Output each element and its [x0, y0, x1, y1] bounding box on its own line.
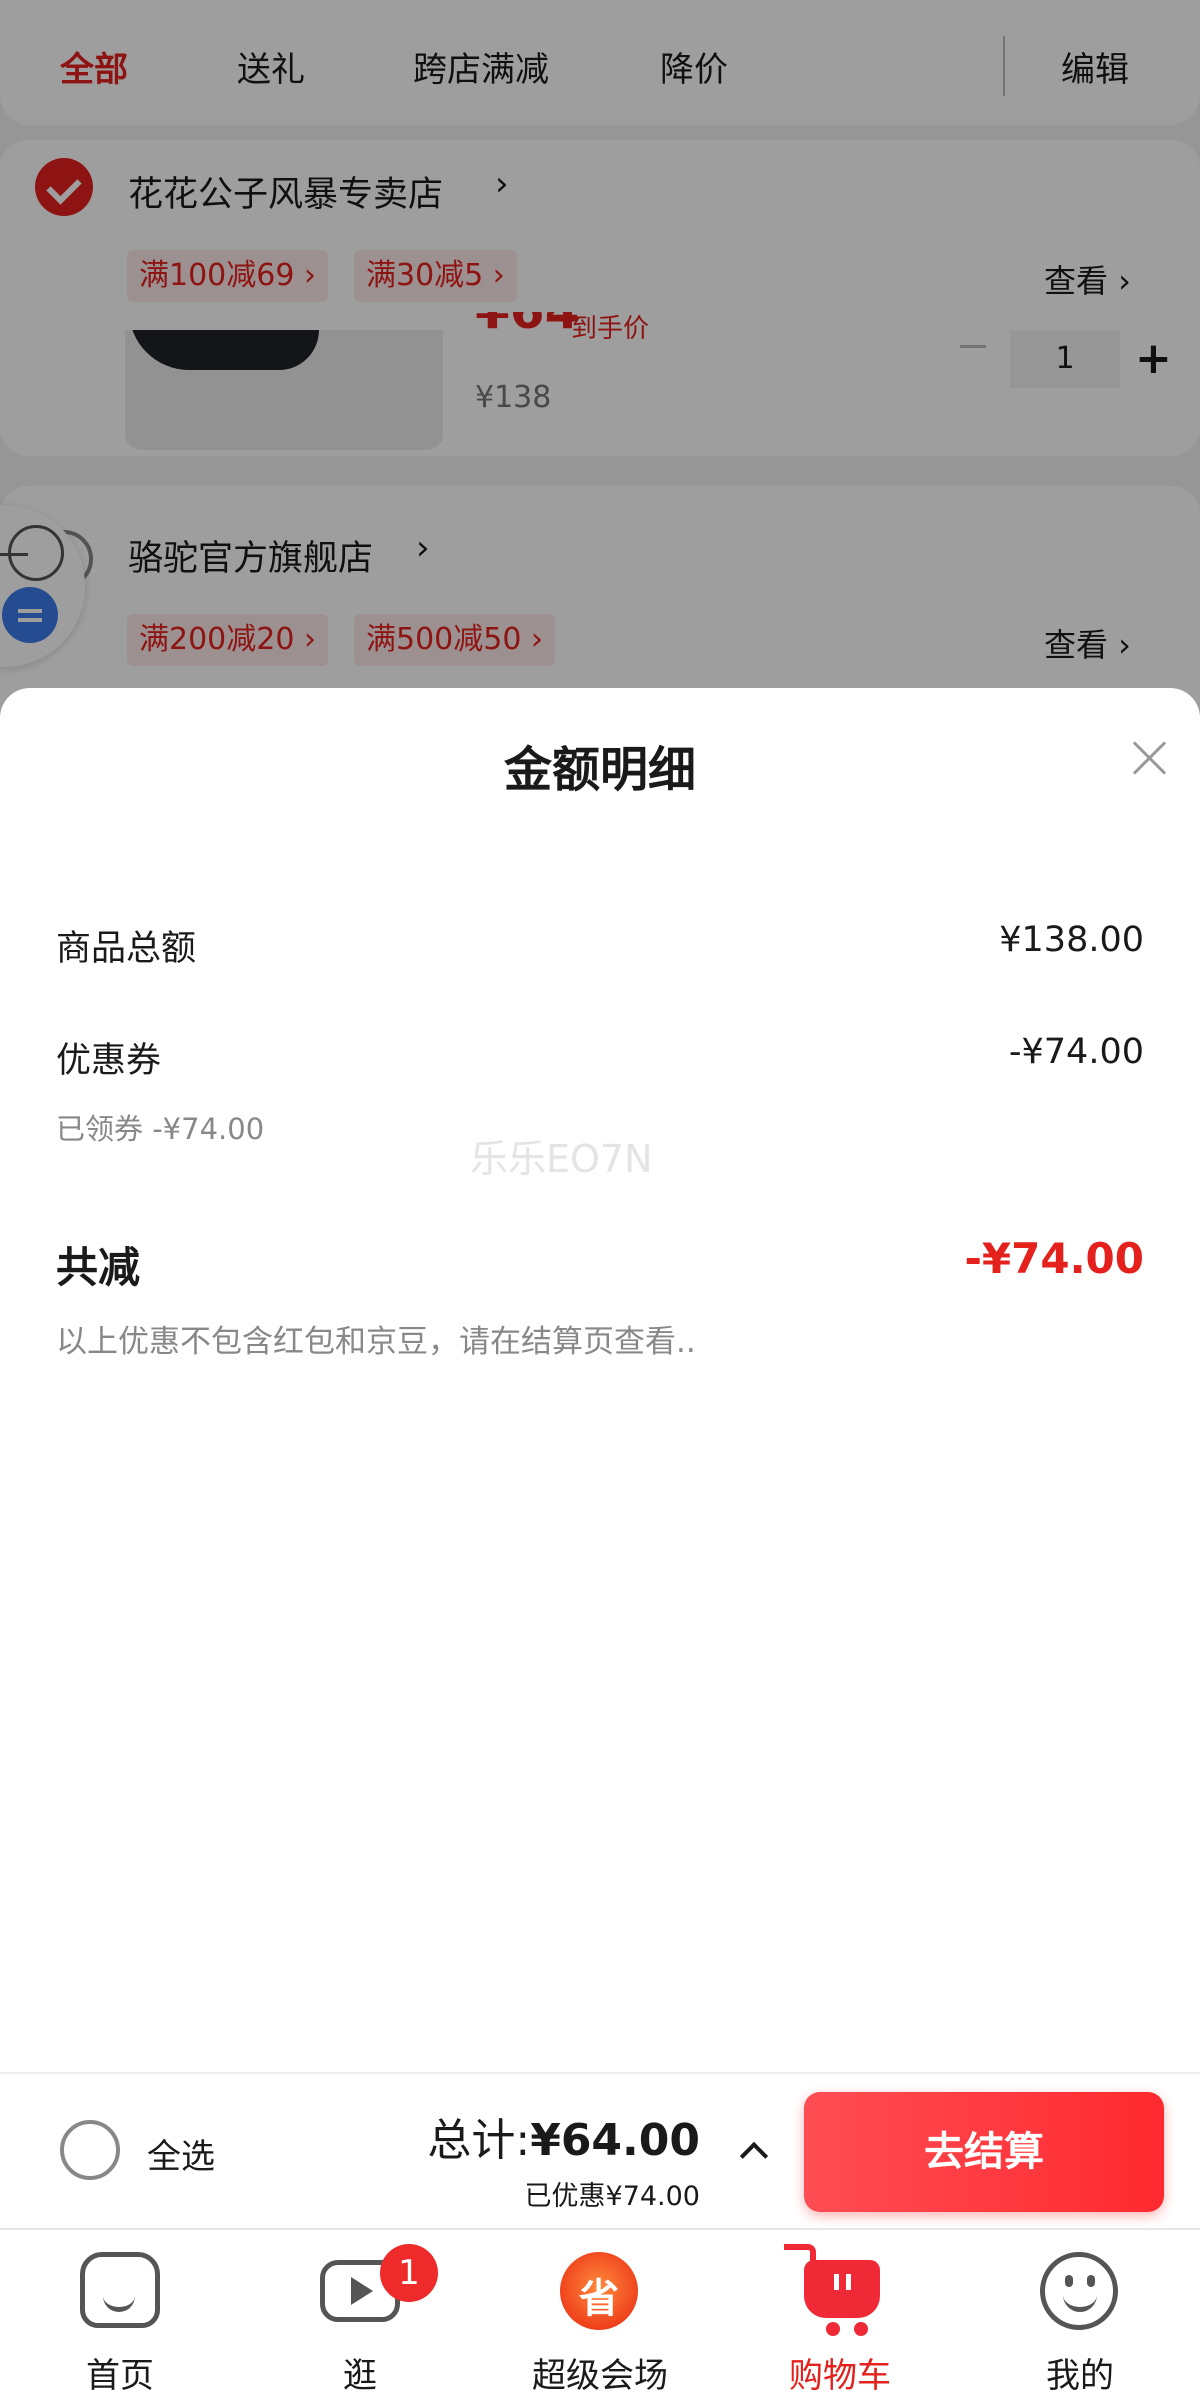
sheet-title: 金额明细	[503, 742, 696, 798]
close-icon[interactable]	[1130, 738, 1170, 778]
select-all-checkbox[interactable]	[60, 2120, 120, 2180]
nav-item-profile[interactable]: 我的	[960, 2230, 1200, 2396]
chevron-up-icon[interactable]	[738, 2138, 766, 2166]
coupon-value: -¥74.00	[1008, 1032, 1144, 1072]
discount-note: 以上优惠不包含红包和京豆，请在结算页查看..	[56, 1324, 696, 1360]
profile-icon	[1040, 2252, 1118, 2330]
bottom-nav: 首页 1 逛 超级会场 购物车 我的	[0, 2228, 1200, 2396]
subtotal-value: ¥138.00	[999, 920, 1144, 960]
notification-badge: 1	[380, 2244, 438, 2302]
total-reduction-label: 共减	[56, 1243, 141, 1292]
total-price: 总计:¥64.00	[427, 2115, 700, 2166]
cart-icon	[784, 2244, 880, 2318]
coupon-detail: 已领券 -¥74.00	[56, 1112, 265, 1146]
total-reduction-value: -¥74.00	[964, 1234, 1144, 1283]
coupon-label: 优惠券	[56, 1041, 162, 1081]
home-icon	[80, 2252, 160, 2328]
nav-item-home[interactable]: 首页	[0, 2230, 240, 2396]
nav-item-browse[interactable]: 1 逛	[240, 2230, 480, 2396]
nav-item-cart[interactable]: 购物车	[720, 2230, 960, 2396]
nav-item-super-venue[interactable]: 超级会场	[480, 2230, 720, 2396]
subtotal-label: 商品总额	[56, 929, 197, 969]
checkout-button[interactable]: 去结算	[804, 2092, 1164, 2212]
venue-icon	[560, 2252, 638, 2330]
watermark: 乐乐EO7N	[470, 1137, 653, 1181]
select-all-label[interactable]: 全选	[147, 2129, 215, 2178]
saved-amount: 已优惠¥74.00	[524, 2181, 700, 2212]
checkout-bar: 全选 总计:¥64.00 已优惠¥74.00 去结算	[0, 2072, 1200, 2228]
